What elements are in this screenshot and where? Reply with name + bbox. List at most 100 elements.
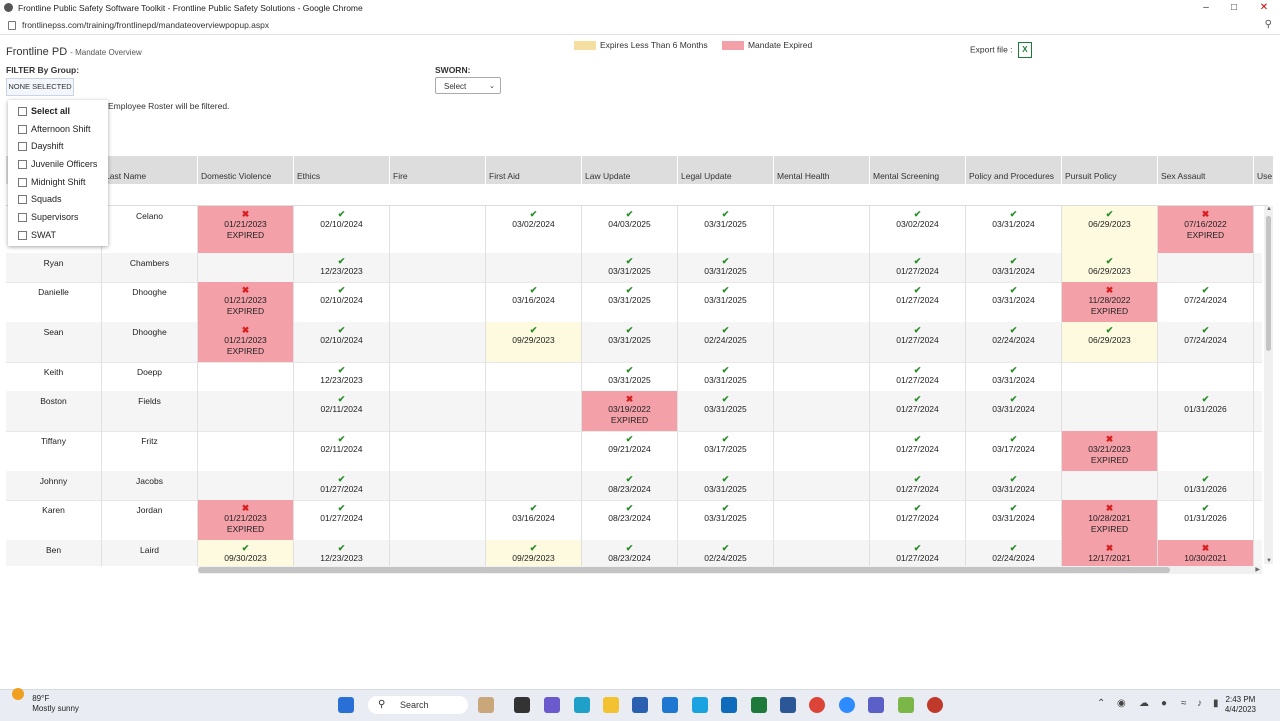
checkbox[interactable] <box>18 195 27 205</box>
sworn-select[interactable]: Select ⌄ <box>435 77 501 94</box>
mandate-cell[interactable]: ✔ 01/27/2024 <box>870 362 966 391</box>
mandate-cell[interactable]: ✖ 01/21/2023 EXPIRED <box>198 282 294 322</box>
mandate-cell[interactable]: ✖ 03/21/2023 EXPIRED <box>1062 431 1158 471</box>
mandate-cell[interactable]: ✔ 03/17/2025 <box>678 431 774 471</box>
mandate-cell[interactable]: ✔ 07/24/2024 <box>1158 322 1254 362</box>
mandate-cell[interactable]: ✖12/17/2021EXPIRED <box>1062 540 1158 566</box>
column-header[interactable]: Pursuit Policy <box>1062 156 1158 184</box>
vertical-scrollbar[interactable]: ▲ ▼ <box>1264 206 1273 564</box>
mandate-cell[interactable]: ✔ 09/29/2023 <box>486 322 582 362</box>
mandate-cell[interactable]: ✔ 02/24/2025 <box>678 540 774 566</box>
close-icon[interactable]: ✕ <box>1252 0 1276 16</box>
teams-chat-icon[interactable] <box>544 697 560 713</box>
mandate-cell[interactable]: ✔ 03/31/2025 <box>678 282 774 322</box>
column-header[interactable]: Last Name <box>102 156 198 184</box>
mandate-cell[interactable]: ✔ 01/27/2024 <box>294 500 390 540</box>
mandate-cell[interactable]: ✔ 03/31/2025 <box>678 391 774 431</box>
start-icon[interactable] <box>338 697 354 713</box>
table-row[interactable]: Danielle Dhooghe ✖ 01/21/2023 EXPIRED ✔ 02/10/… <box>6 282 1262 323</box>
table-row[interactable]: Ben Laird ✔ 09/30/2023 ✔ 12/23/2023 ✔ 09/29/202… <box>6 540 1262 566</box>
mandate-cell[interactable]: ✔ 03/31/2025 <box>678 500 774 540</box>
mandate-cell[interactable]: ✔ 03/31/2025 <box>582 362 678 391</box>
zoom-app-icon[interactable] <box>839 697 855 713</box>
group-option[interactable]: Supervisors <box>18 212 79 223</box>
column-header[interactable]: Law Update <box>582 156 678 184</box>
skype-icon[interactable] <box>692 697 708 713</box>
mandate-cell[interactable]: ✔ 03/31/2025 <box>582 322 678 362</box>
mandate-cell[interactable]: ✔ 03/31/2025 <box>678 206 774 253</box>
mandate-cell[interactable]: ✔ 01/31/2026 <box>1158 471 1254 500</box>
mandate-cell[interactable]: ✔ 01/31/2026 <box>1158 391 1254 431</box>
clock[interactable]: 2:43 PM 4/4/2023 <box>1225 695 1256 715</box>
table-row[interactable]: Karen Jordan ✖ 01/21/2023 EXPIRED ✔ 01/27/2024… <box>6 500 1262 541</box>
mandate-cell[interactable]: ✔ 03/31/2024 <box>966 253 1062 282</box>
mandate-cell[interactable]: ✔ 01/27/2024 <box>870 431 966 471</box>
scroll-up-icon[interactable]: ▲ <box>1266 206 1272 212</box>
mandate-cell[interactable]: ✔ 06/29/2023 <box>1062 322 1158 362</box>
tray-chevron-icon[interactable]: ⌃ <box>1097 698 1105 709</box>
checkbox[interactable] <box>18 231 27 241</box>
mandate-cell[interactable]: ✔ 09/29/2023 <box>486 540 582 566</box>
mail-icon[interactable] <box>662 697 678 713</box>
group-option[interactable]: Afternoon Shift <box>18 124 91 135</box>
mandate-cell[interactable]: ✔ 06/29/2023 <box>1062 253 1158 282</box>
mandate-cell[interactable]: ✔ 01/27/2024 <box>870 500 966 540</box>
table-row[interactable]: Boston Fields ✔ 02/11/2024 ✖ 03/19/2022 EXPIRE… <box>6 391 1262 432</box>
mandate-cell[interactable]: ✔ 03/16/2024 <box>486 282 582 322</box>
mandate-cell[interactable]: ✔ 03/31/2025 <box>678 253 774 282</box>
table-row[interactable]: Sean Dhooghe ✖ 01/21/2023 EXPIRED ✔ 02/10/2024… <box>6 322 1262 363</box>
table-row[interactable]: Celano ✖ 01/21/2023 EXPIRED ✔ 02/10/2024 ✔ 03/0… <box>6 206 1262 254</box>
tray-app-icon[interactable]: ◉ <box>1117 698 1126 709</box>
column-header[interactable]: Policy and Procedures <box>966 156 1062 184</box>
teams-icon[interactable] <box>868 697 884 713</box>
mandate-cell[interactable]: ✔ 01/27/2024 <box>870 253 966 282</box>
mandate-cell[interactable]: ✔ 12/23/2023 <box>294 540 390 566</box>
wifi-icon[interactable]: ≈ <box>1181 698 1187 709</box>
table-row[interactable]: Ryan Chambers ✔ 12/23/2023 ✔ 03/31/2025 ✔ 03/31… <box>6 253 1262 283</box>
mandate-cell[interactable]: ✖ 01/21/2023 EXPIRED <box>198 206 294 253</box>
group-option[interactable]: Juvenile Officers <box>18 159 97 170</box>
mandate-cell[interactable]: ✔ 03/31/2025 <box>582 282 678 322</box>
maximize-icon[interactable]: □ <box>1222 0 1246 16</box>
excel-export-icon[interactable]: X <box>1017 42 1032 58</box>
mandate-cell[interactable]: ✔ 02/10/2024 <box>294 282 390 322</box>
weather-widget[interactable]: 89°F Mostly sunny <box>12 688 79 714</box>
mandate-cell[interactable]: ✔ 03/31/2024 <box>966 362 1062 391</box>
volume-icon[interactable]: ♪ <box>1197 698 1202 709</box>
table-row[interactable]: Keith Doepp ✔ 12/23/2023 ✔ 03/31/2025 ✔ 03/31/2… <box>6 362 1262 392</box>
mandate-cell[interactable]: ✖ 10/28/2021 EXPIRED <box>1062 500 1158 540</box>
mandate-cell[interactable]: ✔ 01/27/2024 <box>870 540 966 566</box>
checkbox[interactable] <box>18 142 27 152</box>
mandate-cell[interactable]: ✖ 07/16/2022 EXPIRED <box>1158 206 1254 253</box>
horizontal-scroll-thumb[interactable] <box>198 567 1170 573</box>
group-option[interactable]: Select all <box>18 106 70 117</box>
table-row[interactable]: Tiffany Fritz ✔ 02/11/2024 ✔ 09/21/2024 ✔ 03/17… <box>6 431 1262 472</box>
mandate-cell[interactable]: ✖ 01/21/2023 EXPIRED <box>198 500 294 540</box>
mandate-cell[interactable]: ✔ 02/10/2024 <box>294 206 390 253</box>
column-header[interactable]: Sex Assault <box>1158 156 1254 184</box>
word-icon[interactable] <box>780 697 796 713</box>
mandate-cell[interactable]: ✔ 02/24/2024 <box>966 322 1062 362</box>
microphone-icon[interactable]: ● <box>1161 698 1167 709</box>
recorder-icon[interactable] <box>927 697 943 713</box>
mandate-cell[interactable]: ✔ 03/31/2024 <box>966 471 1062 500</box>
mandate-cell[interactable]: ✔ 03/31/2025 <box>678 471 774 500</box>
mandate-cell[interactable]: ✔ 01/27/2024 <box>870 391 966 431</box>
checkbox[interactable] <box>18 160 27 170</box>
mandate-cell[interactable]: ✔ 03/02/2024 <box>870 206 966 253</box>
minimize-icon[interactable]: – <box>1194 0 1218 16</box>
mandate-cell[interactable]: ✔ 07/24/2024 <box>1158 282 1254 322</box>
mandate-cell[interactable]: ✔ 03/31/2024 <box>966 500 1062 540</box>
mandate-cell[interactable]: ✔ 02/24/2025 <box>678 322 774 362</box>
battery-icon[interactable]: ▮ <box>1213 698 1219 709</box>
vertical-scroll-thumb[interactable] <box>1266 216 1271 351</box>
mandate-cell[interactable]: ✔ 01/27/2024 <box>870 282 966 322</box>
checkbox[interactable] <box>18 213 27 223</box>
table-row[interactable]: Johnny Jacobs ✔ 01/27/2024 ✔ 08/23/2024 ✔ 03/31… <box>6 471 1262 501</box>
zoom-icon[interactable]: ⚲ <box>1265 19 1272 30</box>
mandate-cell[interactable]: ✖ 03/19/2022 EXPIRED <box>582 391 678 431</box>
mandate-cell[interactable]: ✔ 01/31/2026 <box>1158 500 1254 540</box>
mandate-cell[interactable]: ✔ 02/11/2024 <box>294 431 390 471</box>
mandate-cell[interactable]: ✔ 08/23/2024 <box>582 471 678 500</box>
mandate-cell[interactable]: ✔ 03/16/2024 <box>486 500 582 540</box>
